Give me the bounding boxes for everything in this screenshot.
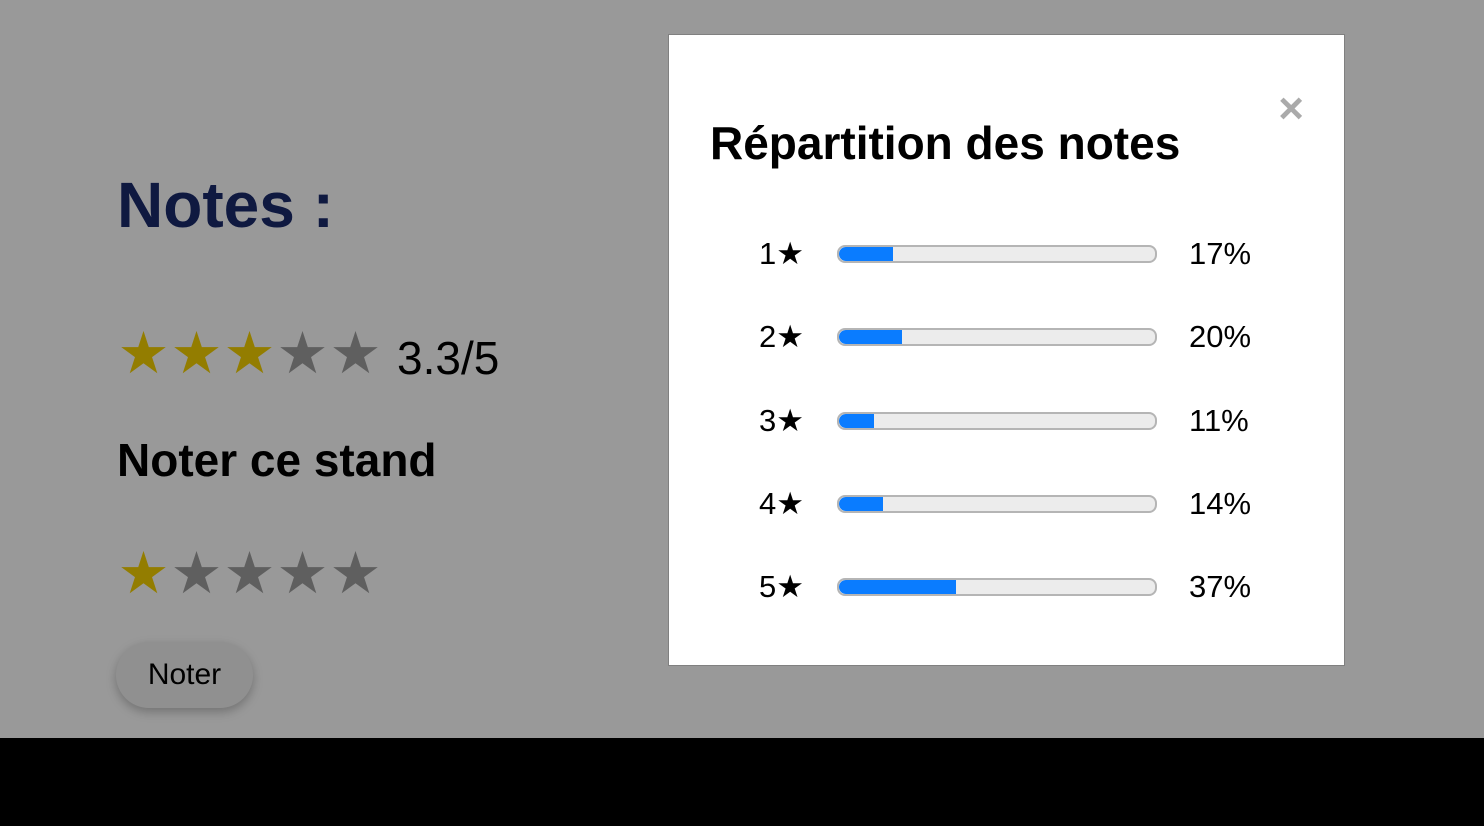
distribution-progress-bar — [837, 578, 1157, 596]
close-icon[interactable]: × — [1278, 87, 1304, 131]
distribution-row-percent: 37% — [1189, 569, 1252, 604]
distribution-progress-bar — [837, 412, 1157, 430]
distribution-progress-fill — [839, 414, 874, 428]
distribution-progress-fill — [839, 497, 884, 511]
distribution-row: 2★ 20% — [669, 317, 1344, 357]
distribution-progress-bar — [837, 245, 1157, 263]
distribution-row-percent: 17% — [1189, 236, 1252, 271]
distribution-row-label: 5★ — [758, 569, 804, 604]
distribution-row: 5★ 37% — [669, 567, 1344, 607]
distribution-row-label: 4★ — [758, 486, 804, 521]
distribution-row: 3★ 11% — [669, 401, 1344, 441]
distribution-row: 1★ 17% — [669, 234, 1344, 274]
page: Notes : ★ ★ ★ ★ ★ 3.3/5 Noter ce stand ★… — [0, 0, 1484, 738]
distribution-progress-fill — [839, 247, 893, 261]
modal-title: Répartition des notes — [710, 117, 1181, 169]
rating-distribution-modal: × Répartition des notes 1★ 17% 2★ 20% 3★… — [668, 34, 1345, 666]
distribution-row: 4★ 14% — [669, 484, 1344, 524]
distribution-row-percent: 14% — [1189, 486, 1252, 521]
distribution-row-percent: 20% — [1189, 319, 1252, 354]
distribution-row-label: 2★ — [758, 319, 804, 354]
distribution-progress-bar — [837, 495, 1157, 513]
distribution-progress-bar — [837, 328, 1157, 346]
distribution-progress-fill — [839, 580, 956, 594]
distribution-progress-fill — [839, 330, 903, 344]
distribution-row-label: 3★ — [758, 403, 804, 438]
distribution-row-percent: 11% — [1189, 403, 1249, 438]
distribution-row-label: 1★ — [758, 236, 804, 271]
